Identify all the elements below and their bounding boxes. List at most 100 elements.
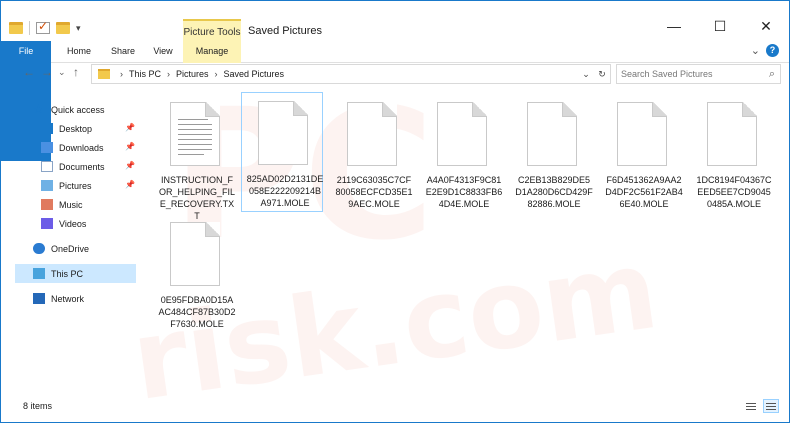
file-item[interactable]: INSTRUCTION_FOR_HELPING_FILE_RECOVERY.TX…	[154, 94, 236, 221]
sidebar-item-label: Desktop	[59, 123, 93, 134]
text-file-icon	[170, 102, 220, 166]
search-input[interactable]: Search Saved Pictures ⌕	[616, 64, 781, 84]
pin-icon[interactable]: 📌	[125, 161, 135, 170]
item-count: 8 items	[23, 401, 53, 411]
title-bar: ▾ Picture Tools Saved Pictures — ☐ ✕	[1, 1, 789, 47]
file-item[interactable]: 0E95FDBA0D15AAC484CF87B30D2F7630.MOLE	[154, 214, 236, 334]
sidebar-item-this-pc[interactable]: This PC	[15, 264, 136, 283]
blank-file-icon	[707, 102, 757, 166]
sidebar-item-label: This PC	[51, 268, 84, 279]
up-arrow-icon[interactable]: ↑	[73, 65, 79, 79]
file-item[interactable]: 1DC8194F04367CEED5EE7CD90450485A.MOLE	[691, 94, 773, 214]
file-item[interactable]: F6D451362A9AA2D4DF2C561F2AB46E40.MOLE	[601, 94, 683, 214]
ribbon-tabs: File Home Share View Manage ⌄ ?	[1, 41, 789, 161]
sidebar-item-pictures[interactable]: Pictures	[41, 176, 136, 195]
forward-arrow-icon[interactable]: →	[41, 65, 53, 79]
file-item[interactable]: 2119C63035C7CF80058ECFCD35E19AEC.MOLE	[331, 94, 413, 214]
sidebar-item-label: Documents	[59, 161, 105, 172]
search-icon: ⌕	[768, 68, 775, 80]
sidebar-item-music[interactable]: Music	[41, 195, 136, 214]
sidebar-item-label: Network	[51, 293, 85, 304]
chevron-right-icon: ›	[167, 69, 171, 79]
refresh-icon[interactable]: ↻	[594, 69, 610, 80]
folder-icon[interactable]	[9, 22, 23, 34]
pin-icon[interactable]: 📌	[125, 142, 135, 151]
sidebar-item-desktop[interactable]: Desktop	[41, 119, 136, 138]
chevron-right-icon: ›	[214, 69, 218, 79]
tab-share[interactable]: Share	[105, 41, 141, 63]
downloads-icon	[41, 142, 53, 153]
file-item[interactable]: C2EB13B829DE5D1A280D6CD429F82886.MOLE	[511, 94, 593, 214]
help-icon[interactable]: ?	[766, 44, 779, 57]
explorer-window: PC risk.com ▾ Picture Tools Saved Pictur…	[0, 0, 790, 423]
sidebar-item-quick-access[interactable]: ★ Quick access	[33, 100, 138, 119]
network-icon	[33, 293, 45, 304]
maximize-button[interactable]: ☐	[697, 16, 743, 38]
chevron-right-icon: ›	[120, 69, 123, 79]
file-list: INSTRUCTION_FOR_HELPING_FILE_RECOVERY.TX…	[146, 89, 786, 394]
sidebar-item-videos[interactable]: Videos	[41, 214, 136, 233]
ribbon-right-controls: ⌄ ?	[751, 44, 779, 57]
sidebar-item-label: Videos	[59, 218, 87, 229]
view-toggle	[743, 399, 779, 413]
details-view-icon[interactable]	[743, 399, 759, 413]
documents-icon	[41, 161, 53, 172]
recent-locations-icon[interactable]: ⌄	[58, 67, 66, 78]
tab-manage[interactable]: Manage	[183, 41, 241, 63]
expand-ribbon-icon[interactable]: ⌄	[751, 44, 760, 57]
sidebar-item-label: Quick access	[51, 104, 105, 115]
desktop-icon	[41, 123, 53, 134]
file-item[interactable]: A4A0F4313F9C81E2E9D1C8833FB64D4E.MOLE	[421, 94, 503, 214]
onedrive-icon	[33, 243, 45, 254]
breadcrumb-this-pc[interactable]: This PC	[129, 69, 161, 79]
pin-icon[interactable]: 📌	[125, 123, 135, 132]
blank-file-icon	[347, 102, 397, 166]
properties-icon[interactable]	[36, 19, 50, 34]
music-icon	[41, 199, 53, 210]
blank-file-icon	[437, 102, 487, 166]
window-title: Saved Pictures	[248, 25, 322, 37]
sidebar-item-label: Pictures	[59, 180, 92, 191]
tab-home[interactable]: Home	[59, 41, 99, 63]
pc-icon	[33, 268, 45, 279]
minimize-button[interactable]: —	[651, 16, 697, 38]
window-controls: — ☐ ✕	[651, 16, 789, 38]
tab-view[interactable]: View	[146, 41, 180, 63]
quick-access-toolbar: ▾	[9, 19, 81, 35]
star-icon: ★	[33, 102, 44, 116]
breadcrumb-saved-pictures[interactable]: Saved Pictures	[224, 69, 285, 79]
file-name: 825AD02D2131DE058E222209214BA971.MOLE	[246, 174, 324, 208]
blank-file-icon	[258, 101, 308, 165]
close-button[interactable]: ✕	[743, 16, 789, 38]
sidebar-item-label: Downloads	[59, 142, 104, 153]
status-bar: 8 items	[1, 397, 789, 421]
search-placeholder: Search Saved Pictures	[621, 69, 713, 79]
pictures-icon	[41, 180, 53, 191]
navigation-bar: ← → ⌄ ↑ › This PC › Pictures › Saved Pic…	[1, 63, 789, 85]
large-icons-view-icon[interactable]	[763, 399, 779, 413]
file-item[interactable]: 825AD02D2131DE058E222209214BA971.MOLE	[241, 92, 323, 212]
file-name: C2EB13B829DE5D1A280D6CD429F82886.MOLE	[515, 175, 593, 209]
sidebar-item-downloads[interactable]: Downloads	[41, 138, 136, 157]
file-name: A4A0F4313F9C81E2E9D1C8833FB64D4E.MOLE	[425, 175, 503, 209]
videos-icon	[41, 218, 53, 229]
file-name: 2119C63035C7CF80058ECFCD35E19AEC.MOLE	[335, 175, 413, 209]
address-dropdown-icon[interactable]: ⌄	[578, 69, 594, 80]
sidebar-item-network[interactable]: Network	[33, 289, 138, 308]
navigation-pane: ★ Quick access Desktop 📌 Downloads 📌 Doc…	[1, 97, 141, 397]
new-folder-icon[interactable]	[56, 22, 70, 34]
sidebar-item-documents[interactable]: Documents	[41, 157, 136, 176]
folder-icon	[98, 69, 110, 79]
customize-toolbar-icon[interactable]: ▾	[76, 23, 81, 34]
address-bar[interactable]: › This PC › Pictures › Saved Pictures ⌄ …	[91, 64, 611, 84]
blank-file-icon	[617, 102, 667, 166]
sidebar-item-label: OneDrive	[51, 243, 90, 254]
blank-file-icon	[170, 222, 220, 286]
pin-icon[interactable]: 📌	[125, 180, 135, 189]
breadcrumb-pictures[interactable]: Pictures	[176, 69, 209, 79]
sidebar-item-onedrive[interactable]: OneDrive	[33, 239, 138, 258]
file-name: 0E95FDBA0D15AAC484CF87B30D2F7630.MOLE	[158, 295, 236, 329]
back-arrow-icon[interactable]: ←	[23, 65, 35, 79]
file-name: 1DC8194F04367CEED5EE7CD90450485A.MOLE	[696, 175, 772, 209]
blank-file-icon	[527, 102, 577, 166]
